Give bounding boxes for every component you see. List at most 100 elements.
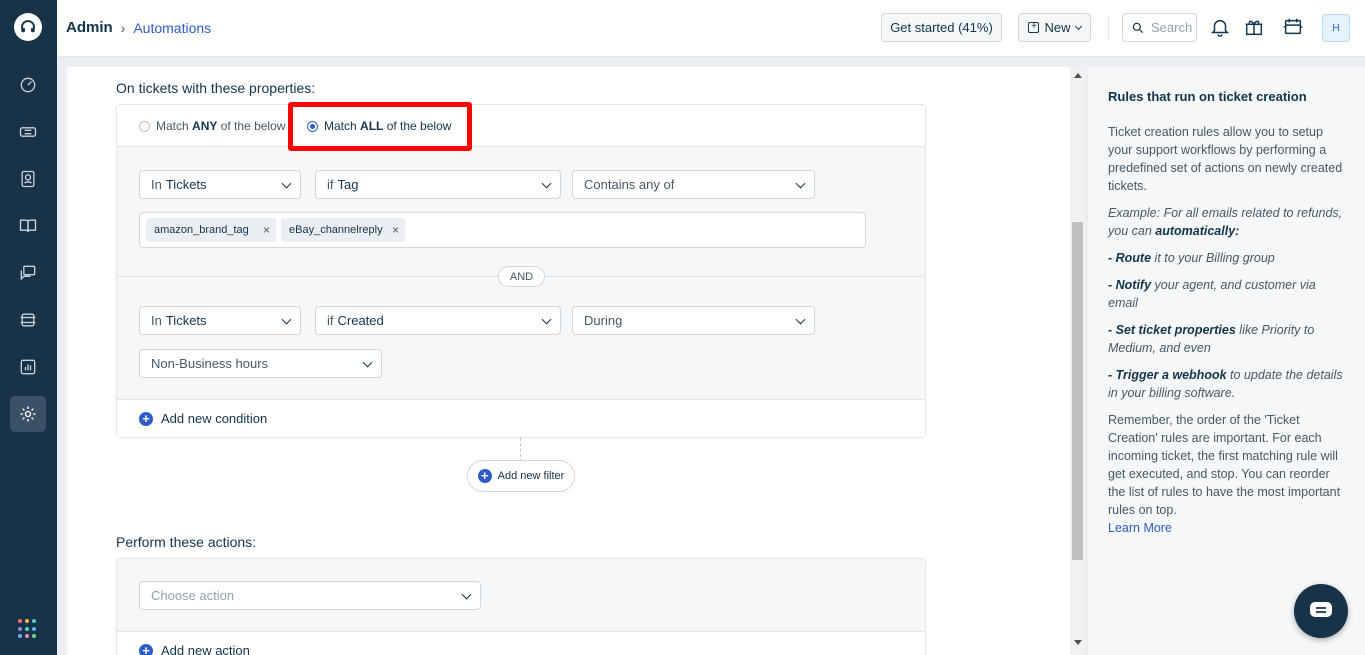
remove-tag-icon[interactable]: × — [392, 223, 399, 237]
condition2-operator-value: During — [584, 313, 623, 328]
connector-line — [520, 438, 521, 462]
remove-tag-icon[interactable]: × — [263, 223, 270, 237]
add-action-button[interactable]: + Add new action — [117, 631, 925, 655]
calendar-icon[interactable] — [1282, 16, 1304, 38]
scroll-down-icon[interactable] — [1074, 640, 1082, 645]
new-button[interactable]: + New — [1018, 13, 1091, 42]
new-button-label: New — [1044, 20, 1071, 35]
admin-gear-icon[interactable] — [10, 396, 46, 432]
breadcrumb-separator: › — [120, 19, 126, 36]
chevron-down-icon — [281, 178, 292, 189]
freshdesk-logo-icon[interactable] — [14, 13, 42, 41]
add-condition-label: Add new condition — [161, 411, 268, 426]
scroll-up-icon[interactable] — [1074, 73, 1082, 78]
condition1-in-prefix: In — [151, 177, 162, 192]
condition2-field-select[interactable]: if Created — [315, 306, 561, 335]
condition2-value-select[interactable]: Non-Business hours — [139, 349, 382, 378]
condition1-field-value: Tag — [337, 177, 359, 192]
add-condition-button[interactable]: + Add new condition — [117, 399, 925, 437]
match-mode-row: Match ANY of the below Match ALL of the … — [117, 102, 925, 151]
add-action-label: Add new action — [161, 643, 250, 655]
app-switcher-icon[interactable] — [18, 619, 38, 639]
plus-circle-icon: + — [139, 643, 153, 655]
search-input[interactable]: Search — [1122, 13, 1197, 42]
header-divider — [1108, 16, 1109, 40]
tag-chip: amazon_brand_tag × — [146, 218, 276, 242]
match-any-prefix: Match — [156, 119, 189, 133]
get-started-button[interactable]: Get started (41%) — [881, 13, 1002, 42]
conditions-card: Match ANY of the below Match ALL of the … — [116, 102, 926, 438]
condition2-if-prefix: if — [327, 313, 334, 328]
tickets-icon[interactable] — [10, 114, 46, 150]
help-item-bold: - Trigger a webhook — [1108, 368, 1227, 382]
plus-circle-icon: + — [477, 469, 492, 483]
help-item: - Notify your agent, and customer via em… — [1108, 276, 1345, 312]
chat-widget-button[interactable] — [1294, 584, 1348, 638]
scrollbar-thumb[interactable] — [1072, 222, 1083, 560]
add-filter-label: Add new filter — [497, 470, 565, 482]
search-placeholder: Search — [1151, 20, 1193, 35]
chevron-down-icon — [795, 314, 806, 325]
choose-action-select[interactable]: Choose action — [139, 581, 481, 610]
condition1-in-value: Tickets — [165, 177, 207, 192]
conditions-title: On tickets with these properties: — [116, 80, 316, 96]
chevron-down-icon — [541, 314, 552, 325]
help-item: - Trigger a webhook to update the detail… — [1108, 366, 1345, 402]
condition2-in-value: Tickets — [165, 313, 207, 328]
match-any-radio[interactable] — [139, 120, 150, 132]
help-item: - Set ticket properties like Priority to… — [1108, 321, 1345, 357]
forums-icon[interactable] — [10, 255, 46, 291]
plus-circle-icon: + — [139, 411, 153, 426]
help-note-text: Remember, the order of the 'Ticket Creat… — [1108, 413, 1341, 517]
knowledge-base-icon[interactable] — [10, 208, 46, 244]
help-item-bold: - Set ticket properties — [1108, 323, 1236, 337]
help-panel: Rules that run on ticket creation Ticket… — [1088, 67, 1365, 655]
chat-bubble-icon — [1310, 602, 1332, 617]
condition2-operator-select[interactable]: During — [572, 306, 815, 335]
condition1-field-select[interactable]: if Tag — [315, 170, 561, 199]
condition1-operator-select[interactable]: Contains any of — [572, 170, 815, 199]
help-title: Rules that run on ticket creation — [1108, 89, 1307, 104]
automation-editor: On tickets with these properties: Match … — [67, 67, 1070, 655]
groups-icon[interactable] — [10, 302, 46, 338]
notifications-bell-icon[interactable] — [1209, 16, 1231, 38]
contacts-icon[interactable] — [10, 161, 46, 197]
chevron-down-icon — [362, 357, 373, 368]
search-icon — [1132, 22, 1144, 33]
help-item-bold: - Notify — [1108, 278, 1152, 292]
gift-icon[interactable] — [1243, 16, 1265, 38]
chevron-down-icon — [281, 314, 292, 325]
add-filter-button[interactable]: + Add new filter — [467, 460, 575, 492]
condition1-operator-value: Contains any of — [584, 177, 675, 192]
dashboard-icon[interactable] — [10, 67, 46, 103]
user-avatar[interactable]: H — [1322, 14, 1350, 42]
condition1-if-prefix: if — [327, 177, 334, 192]
sidebar — [0, 0, 57, 655]
condition2-in-prefix: In — [151, 313, 162, 328]
tag-input[interactable]: amazon_brand_tag × eBay_channelreply × — [139, 212, 866, 248]
reports-icon[interactable] — [10, 349, 46, 385]
help-item-text: it to your Billing group — [1151, 251, 1275, 265]
condition2-in-select[interactable]: In Tickets — [139, 306, 301, 335]
plus-square-icon: + — [1028, 22, 1040, 33]
breadcrumb-automations[interactable]: Automations — [133, 20, 211, 36]
learn-more-link[interactable]: Learn More — [1108, 521, 1172, 535]
help-note: Remember, the order of the 'Ticket Creat… — [1108, 411, 1345, 537]
condition2-field-value: Created — [337, 313, 384, 328]
chevron-down-icon — [1074, 22, 1082, 30]
help-item: - Route it to your Billing group — [1108, 249, 1345, 267]
highlight-box — [288, 102, 472, 151]
choose-action-placeholder: Choose action — [151, 588, 235, 603]
condition2-value: Non-Business hours — [151, 356, 269, 371]
condition1-in-select[interactable]: In Tickets — [139, 170, 301, 199]
chevron-down-icon — [461, 589, 472, 600]
breadcrumb: Admin › Automations — [66, 19, 211, 36]
and-connector: AND — [498, 266, 545, 287]
chevron-down-icon — [795, 178, 806, 189]
tag-chip-label: eBay_channelreply — [289, 224, 383, 236]
breadcrumb-admin[interactable]: Admin — [66, 19, 113, 36]
help-example-bold: automatically: — [1155, 224, 1240, 238]
match-any-option[interactable]: Match ANY of the below — [139, 119, 285, 133]
chevron-down-icon — [541, 178, 552, 189]
top-header: Admin › Automations Get started (41%) + … — [57, 0, 1365, 57]
